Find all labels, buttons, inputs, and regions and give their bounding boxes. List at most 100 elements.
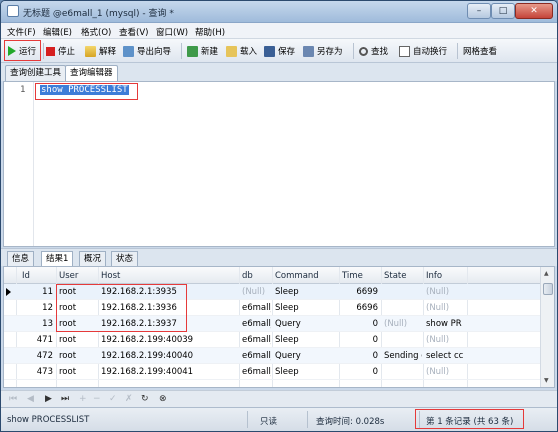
table-row[interactable]: 11 root 192.168.2.1:3935 (Null) Sleep 66… xyxy=(4,284,540,300)
discard-changes-icon[interactable]: ✗ xyxy=(125,394,133,404)
table-row[interactable]: 473 root 192.168.2.199:40041 e6mall_ Sle… xyxy=(4,364,540,380)
tab-query-builder[interactable]: 查询创建工具 xyxy=(5,65,67,81)
menu-edit[interactable]: 编辑(E) xyxy=(43,26,72,38)
stop-button[interactable]: 停止 xyxy=(46,43,75,59)
word-wrap-button[interactable]: 自动换行 xyxy=(399,43,447,59)
close-button[interactable]: ✕ xyxy=(515,3,553,19)
tab-info[interactable]: 信息 xyxy=(7,251,35,266)
column-header[interactable]: db xyxy=(242,271,253,281)
menu-help[interactable]: 帮助(H) xyxy=(195,26,225,38)
cell-db[interactable]: e6mall_ xyxy=(242,351,271,361)
cell-user[interactable]: root xyxy=(59,335,97,345)
table-row[interactable]: 471 root 192.168.2.199:40039 e6mall_ Sle… xyxy=(4,332,540,348)
column-header[interactable]: Info xyxy=(426,271,442,281)
cell-user[interactable]: root xyxy=(59,351,97,361)
save-as-button[interactable]: 另存为 xyxy=(303,43,343,59)
cell-id[interactable]: 12 xyxy=(16,303,53,313)
cell-state[interactable]: Sending c xyxy=(384,351,422,361)
menu-window[interactable]: 窗口(W) xyxy=(156,26,188,38)
cell-id[interactable]: 13 xyxy=(16,319,53,329)
cell-user[interactable]: root xyxy=(59,287,97,297)
first-record-icon[interactable]: ⏮ xyxy=(9,394,17,404)
cell-time[interactable]: 6696 xyxy=(340,303,378,313)
cell-time[interactable]: 0 xyxy=(340,319,378,329)
column-header[interactable]: State xyxy=(384,271,407,281)
cell-command[interactable]: Query xyxy=(275,319,338,329)
cell-time[interactable]: 6699 xyxy=(340,287,378,297)
cell-host[interactable]: 192.168.2.1:3937 xyxy=(101,319,237,329)
grid-view-button[interactable]: 网格查看 xyxy=(463,43,497,319)
scroll-down-icon[interactable]: ▼ xyxy=(544,377,549,384)
explain-button[interactable]: 解释 xyxy=(85,43,116,59)
cell-host[interactable]: 192.168.2.1:3935 xyxy=(101,287,237,297)
cell-id[interactable]: 473 xyxy=(16,367,53,377)
tab-query-editor[interactable]: 查询编辑器 xyxy=(65,65,118,82)
menu-view[interactable]: 查看(V) xyxy=(119,26,148,38)
column-header[interactable]: Time xyxy=(342,271,363,281)
refresh-icon[interactable]: ↻ xyxy=(141,394,149,404)
stop-loading-icon[interactable]: ⊗ xyxy=(159,394,167,404)
menu-format[interactable]: 格式(O) xyxy=(81,26,111,38)
table-row[interactable]: 13 root 192.168.2.1:3937 e6mall_ Query 0… xyxy=(4,316,540,332)
scroll-thumb[interactable] xyxy=(543,283,553,295)
prev-record-icon[interactable]: ◀ xyxy=(27,394,34,404)
next-record-icon[interactable]: ▶ xyxy=(45,394,52,404)
cell-id[interactable]: 471 xyxy=(16,335,53,345)
cell-db[interactable]: (Null) xyxy=(242,287,271,297)
menu-file[interactable]: 文件(F) xyxy=(7,26,36,38)
cell-id[interactable]: 11 xyxy=(16,287,53,297)
cell-info[interactable]: (Null) xyxy=(426,303,466,313)
column-header[interactable]: Host xyxy=(101,271,120,281)
tab-result1[interactable]: 结果1 xyxy=(41,251,74,267)
cell-command[interactable]: Sleep xyxy=(275,335,338,345)
cell-user[interactable]: root xyxy=(59,367,97,377)
scroll-up-icon[interactable]: ▲ xyxy=(544,270,549,277)
cell-db[interactable]: e6mall_ xyxy=(242,335,271,345)
cell-command[interactable]: Sleep xyxy=(275,303,338,313)
vertical-scrollbar[interactable]: ▲ ▼ xyxy=(540,267,554,387)
cell-host[interactable]: 192.168.2.199:40039 xyxy=(101,335,237,345)
run-button[interactable]: 运行 xyxy=(8,43,36,59)
cell-time[interactable]: 0 xyxy=(340,335,378,345)
sql-text[interactable]: show PROCESSLIST xyxy=(40,85,129,95)
cell-id[interactable]: 472 xyxy=(16,351,53,361)
maximize-button[interactable]: □ xyxy=(491,3,515,19)
new-button[interactable]: 新建 xyxy=(187,43,218,59)
column-header[interactable]: Id xyxy=(22,271,30,281)
table-row[interactable]: 472 root 192.168.2.199:40040 e6mall_ Que… xyxy=(4,348,540,364)
cell-time[interactable]: 0 xyxy=(340,351,378,361)
result-grid[interactable]: Id User Host db Command Time State Info … xyxy=(3,266,555,388)
tab-profile[interactable]: 概况 xyxy=(79,251,107,266)
cell-info[interactable]: show PR xyxy=(426,319,466,329)
cell-user[interactable]: root xyxy=(59,303,97,313)
cell-db[interactable]: e6mall_ xyxy=(242,319,271,329)
cell-command[interactable]: Query xyxy=(275,351,338,361)
cell-command[interactable]: Sleep xyxy=(275,287,338,297)
cell-info[interactable]: (Null) xyxy=(426,367,466,377)
column-header[interactable]: Command xyxy=(275,271,319,281)
cell-db[interactable]: e6mall_ xyxy=(242,303,271,313)
sql-editor[interactable]: 1 show PROCESSLIST xyxy=(3,81,555,247)
column-header[interactable]: User xyxy=(59,271,78,281)
find-button[interactable]: 查找 xyxy=(359,43,388,59)
last-record-icon[interactable]: ⏭ xyxy=(61,394,69,404)
load-button[interactable]: 载入 xyxy=(226,43,257,59)
save-button[interactable]: 保存 xyxy=(264,43,295,59)
cell-host[interactable]: 192.168.2.1:3936 xyxy=(101,303,237,313)
cell-db[interactable]: e6mall_ xyxy=(242,367,271,377)
cell-host[interactable]: 192.168.2.199:40040 xyxy=(101,351,237,361)
cell-command[interactable]: Sleep xyxy=(275,367,338,377)
cell-user[interactable]: root xyxy=(59,319,97,329)
table-row[interactable]: 12 root 192.168.2.1:3936 e6mall_ Sleep 6… xyxy=(4,300,540,316)
export-wizard-button[interactable]: 导出向导 xyxy=(123,43,171,59)
cell-info[interactable]: (Null) xyxy=(426,335,466,345)
cell-time[interactable]: 0 xyxy=(340,367,378,377)
apply-changes-icon[interactable]: ✓ xyxy=(109,394,117,404)
cell-state[interactable]: (Null) xyxy=(384,319,422,329)
cell-info[interactable]: select cc xyxy=(426,351,466,361)
minimize-button[interactable]: – xyxy=(467,3,491,19)
cell-host[interactable]: 192.168.2.199:40041 xyxy=(101,367,237,377)
tab-status[interactable]: 状态 xyxy=(111,251,139,266)
delete-record-icon[interactable]: − xyxy=(93,394,101,404)
cell-info[interactable]: (Null) xyxy=(426,287,466,297)
